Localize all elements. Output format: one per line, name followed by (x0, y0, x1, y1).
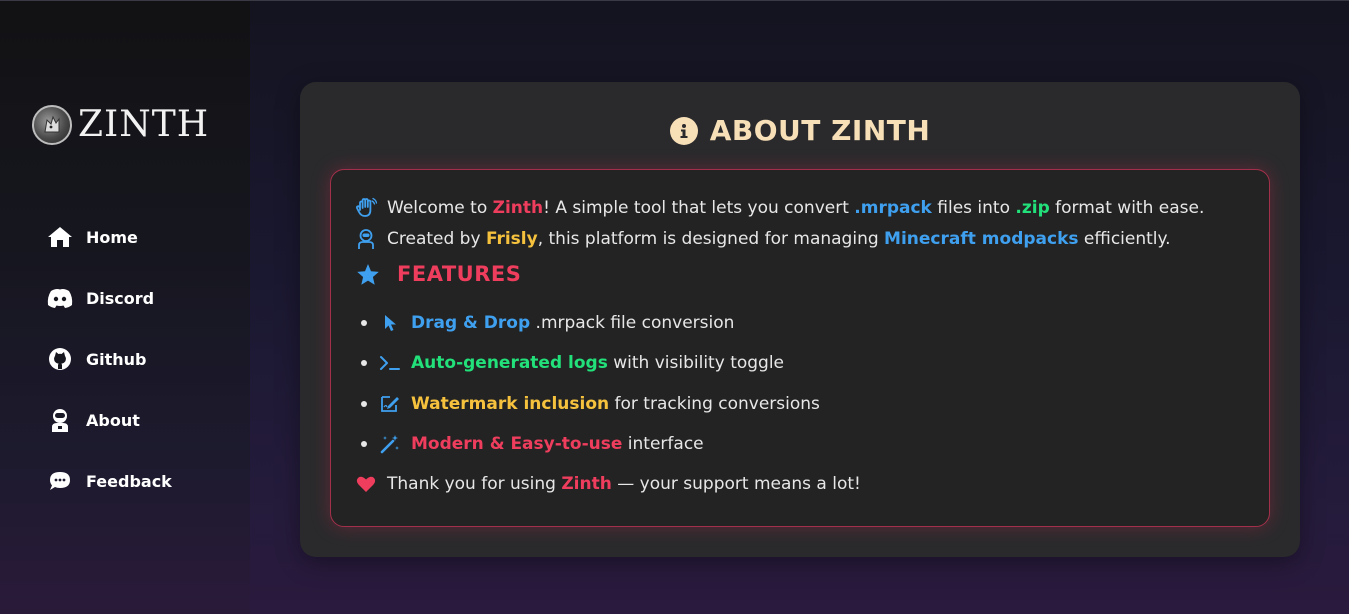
sidebar-item-label: About (86, 410, 140, 430)
thanks-text: Thank you for using Zinth — your support… (387, 474, 861, 494)
feature-highlight: Watermark inclusion (411, 394, 610, 414)
welcome-text: Welcome to Zinth! A simple tool that let… (387, 198, 1205, 218)
terminal-icon (379, 352, 401, 374)
sidebar-item-about[interactable]: About (46, 404, 172, 436)
list-item: Modern & Easy-to-use interface (361, 433, 704, 455)
sidebar-item-home[interactable]: Home (46, 221, 172, 253)
list-item: Auto-generated logs with visibility togg… (361, 352, 784, 374)
home-icon (46, 223, 74, 251)
astronaut-icon (46, 406, 74, 434)
brand-logo[interactable]: ZINTH (32, 104, 209, 146)
info-icon (669, 116, 698, 145)
sidebar-item-label: Github (86, 349, 147, 369)
sidebar-item-label: Feedback (86, 471, 172, 491)
bullet-icon (361, 401, 367, 407)
discord-icon (46, 284, 74, 312)
thanks-line: Thank you for using Zinth — your support… (355, 473, 861, 495)
author-highlight: Frisly (485, 229, 538, 249)
feature-highlight: Drag & Drop (411, 313, 531, 333)
list-item: Watermark inclusion for tracking convers… (361, 393, 820, 415)
wolf-logo-icon (32, 105, 72, 145)
zip-highlight: .zip (1015, 198, 1050, 218)
app-name-highlight: Zinth (561, 474, 612, 494)
topic-highlight: Minecraft modpacks (884, 229, 1079, 249)
github-icon (46, 345, 74, 373)
bullet-icon (361, 441, 367, 447)
signature-icon (379, 393, 401, 415)
mrpack-highlight: .mrpack (854, 198, 932, 218)
page-title-text: ABOUT ZINTH (709, 114, 931, 147)
created-text: Created by Frisly, this platform is desi… (387, 229, 1171, 249)
sidebar-item-discord[interactable]: Discord (46, 282, 172, 314)
bullet-icon (361, 320, 367, 326)
about-content-box: Welcome to Zinth! A simple tool that let… (330, 169, 1270, 527)
app-name-highlight: Zinth (492, 198, 544, 218)
sidebar-item-github[interactable]: Github (46, 343, 172, 375)
about-card: ABOUT ZINTH Welcome to Zinth! A simple t… (300, 82, 1300, 557)
features-heading: FEATURES (355, 261, 521, 287)
waving-hand-icon (355, 197, 377, 219)
bullet-icon (361, 360, 367, 366)
list-item: Drag & Drop .mrpack file conversion (361, 312, 734, 334)
feature-highlight: Auto-generated logs (411, 353, 608, 373)
comment-icon (46, 467, 74, 495)
heart-icon (355, 473, 377, 495)
pointer-icon (379, 312, 401, 334)
sidebar-nav: Home Discord Github About Feedback (46, 221, 172, 526)
sidebar-item-feedback[interactable]: Feedback (46, 465, 172, 497)
user-astronaut-icon (355, 228, 377, 250)
magic-wand-icon (379, 433, 401, 455)
created-line: Created by Frisly, this platform is desi… (355, 228, 1171, 250)
brand-name: ZINTH (78, 104, 210, 145)
star-icon (355, 261, 381, 287)
feature-highlight: Modern & Easy-to-use (411, 434, 623, 454)
sidebar: ZINTH Home Discord Github About Feedback (0, 1, 250, 614)
sidebar-item-label: Home (86, 227, 138, 247)
page-title: ABOUT ZINTH (300, 114, 1300, 147)
sidebar-item-label: Discord (86, 288, 155, 308)
welcome-line: Welcome to Zinth! A simple tool that let… (355, 197, 1204, 219)
features-heading-text: FEATURES (397, 262, 522, 286)
